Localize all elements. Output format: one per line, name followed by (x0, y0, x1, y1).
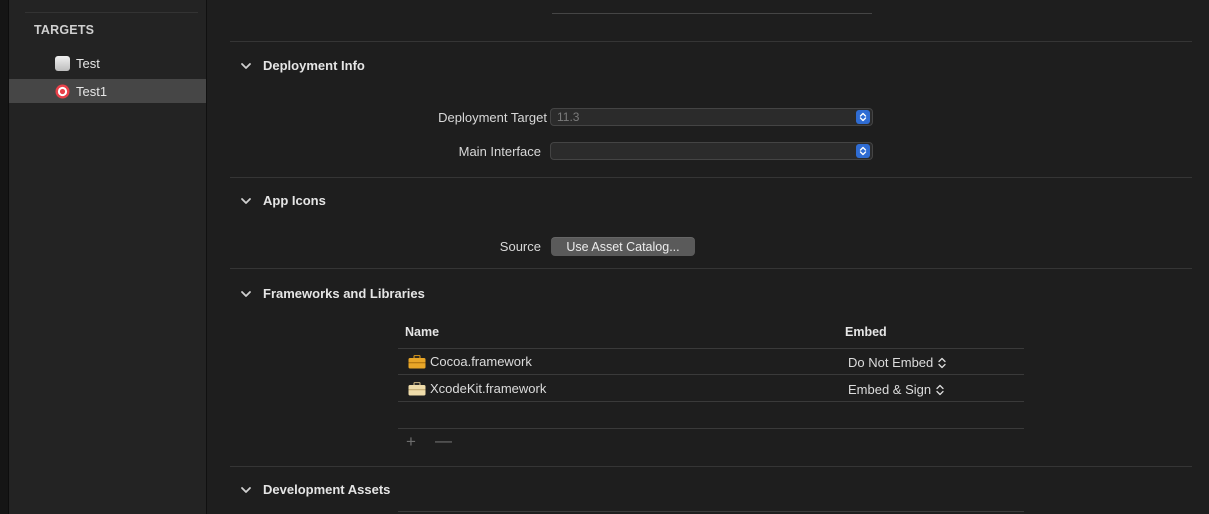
chevron-down-icon (241, 486, 251, 493)
embed-value: Do Not Embed (848, 355, 934, 370)
app-icon (55, 55, 70, 71)
framework-name: Cocoa.framework (430, 354, 532, 369)
target-item-test[interactable]: Test (9, 51, 206, 75)
toolbox-icon (408, 381, 426, 395)
table-row[interactable]: XcodeKit.framework (408, 381, 546, 396)
main-interface-popup[interactable] (550, 142, 873, 160)
xcode-target-editor: TARGETS Test Test1 Deployment Info Deplo… (0, 0, 1209, 514)
popup-arrows-icon (856, 144, 870, 158)
embed-value: Embed & Sign (848, 382, 932, 397)
deployment-target-value: 11.3 (557, 110, 580, 124)
table-row-divider (398, 374, 1024, 375)
remove-framework-button[interactable]: — (435, 431, 452, 451)
add-framework-button[interactable]: + (406, 432, 416, 452)
sidebar-divider (25, 12, 198, 13)
navigator-strip (0, 0, 9, 514)
main-interface-label: Main Interface (458, 144, 541, 159)
section-separator (230, 268, 1192, 269)
section-title: App Icons (263, 193, 326, 208)
target-item-test1[interactable]: Test1 (9, 79, 206, 103)
build-field[interactable] (552, 0, 872, 14)
deployment-target-label: Deployment Target (438, 110, 547, 125)
embed-popup[interactable]: Do Not Embed (848, 355, 947, 370)
chevron-down-icon (241, 197, 251, 204)
section-deployment-info[interactable]: Deployment Info (239, 58, 365, 73)
chevron-down-icon (241, 62, 251, 69)
table-top-divider (398, 511, 1024, 512)
table-bottom-divider (398, 428, 1024, 429)
source-label: Source (499, 239, 541, 254)
section-title: Development Assets (263, 482, 391, 497)
section-separator (230, 177, 1192, 178)
toolbox-icon (408, 354, 426, 368)
section-separator (230, 41, 1192, 42)
section-frameworks-and-libraries[interactable]: Frameworks and Libraries (239, 286, 425, 301)
table-row-divider (398, 401, 1024, 402)
section-title: Frameworks and Libraries (263, 286, 425, 301)
popup-arrows-icon (856, 110, 870, 124)
section-app-icons[interactable]: App Icons (239, 193, 326, 208)
framework-name: XcodeKit.framework (430, 381, 547, 396)
target-label: Test1 (76, 83, 108, 99)
target-icon (55, 84, 70, 99)
targets-header: TARGETS (34, 23, 95, 37)
table-header-divider (398, 348, 1024, 349)
column-header-name[interactable]: Name (405, 325, 439, 339)
column-header-embed[interactable]: Embed (845, 325, 887, 339)
table-row[interactable]: Cocoa.framework (408, 354, 532, 369)
targets-sidebar: TARGETS Test Test1 (9, 0, 207, 514)
use-asset-catalog-button[interactable]: Use Asset Catalog... (551, 237, 695, 256)
section-title: Deployment Info (263, 58, 365, 73)
deployment-target-popup[interactable]: 11.3 (550, 108, 873, 126)
embed-popup[interactable]: Embed & Sign (848, 382, 945, 397)
chevron-down-icon (241, 290, 251, 297)
up-down-chevron-icon (938, 357, 946, 368)
target-settings-panel: Deployment Info Deployment Target 11.3 M… (207, 0, 1209, 514)
up-down-chevron-icon (936, 384, 944, 395)
section-separator (230, 466, 1192, 467)
target-label: Test (76, 55, 100, 71)
section-development-assets[interactable]: Development Assets (239, 482, 390, 497)
